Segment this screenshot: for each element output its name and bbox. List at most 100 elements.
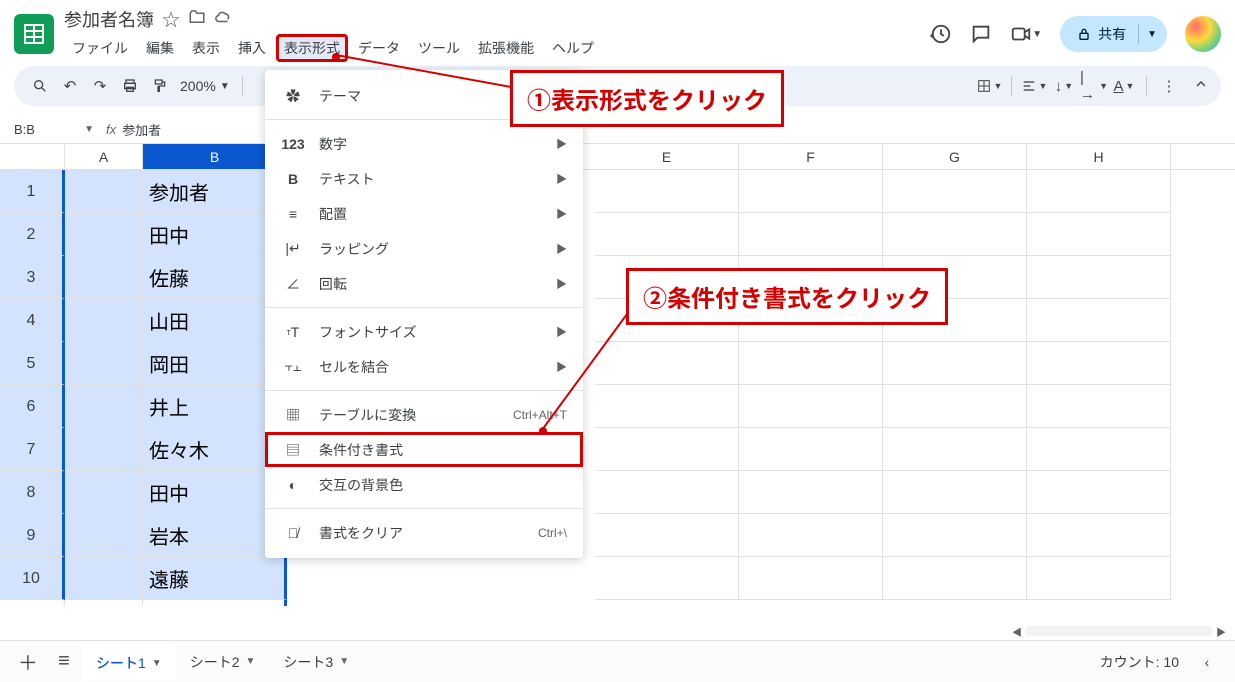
doc-title[interactable]: 参加者名簿 [64, 6, 154, 32]
row-header[interactable]: 4 [0, 299, 65, 342]
menu-item-number[interactable]: 123数字▶ [265, 126, 583, 161]
cell[interactable] [65, 557, 143, 600]
cell[interactable] [143, 600, 287, 606]
cell[interactable] [883, 342, 1027, 385]
col-header-H[interactable]: H [1027, 144, 1171, 169]
cell[interactable] [1027, 256, 1171, 299]
cell[interactable] [65, 428, 143, 471]
add-sheet-button[interactable]: ＋ [10, 644, 46, 680]
col-header-A[interactable]: A [65, 144, 143, 169]
menu-item-conditional-format[interactable]: ▤条件付き書式 [265, 432, 583, 467]
row-header[interactable]: 10 [0, 557, 65, 600]
meet-icon[interactable]: ▼ [1010, 23, 1042, 45]
cell[interactable] [883, 170, 1027, 213]
cell[interactable] [1027, 385, 1171, 428]
search-icon[interactable] [26, 72, 54, 100]
cell[interactable] [65, 213, 143, 256]
sheet-tab-3[interactable]: シート3▼ [269, 643, 363, 681]
cell[interactable] [739, 428, 883, 471]
col-header-E[interactable]: E [595, 144, 739, 169]
menu-item-alt-colors[interactable]: ◐交互の背景色 [265, 467, 583, 502]
cell[interactable] [739, 471, 883, 514]
undo-icon[interactable]: ↶ [56, 72, 84, 100]
cell[interactable] [883, 428, 1027, 471]
cell[interactable] [1027, 213, 1171, 256]
menu-item-rotate[interactable]: ∠回転▶ [265, 266, 583, 301]
cell[interactable] [65, 600, 143, 606]
cell[interactable] [1027, 299, 1171, 342]
cell[interactable] [883, 385, 1027, 428]
redo-icon[interactable]: ↷ [86, 72, 114, 100]
row-header[interactable]: 7 [0, 428, 65, 471]
sheet-tab-2[interactable]: シート2▼ [176, 643, 270, 681]
menu-item-fontsize[interactable]: тTフォントサイズ▶ [265, 314, 583, 349]
col-header-G[interactable]: G [883, 144, 1027, 169]
cell[interactable] [739, 213, 883, 256]
menu-item-convert-table[interactable]: ▦テーブルに変換Ctrl+Alt+T [265, 397, 583, 432]
share-button[interactable]: 共有 ▼ [1060, 16, 1167, 52]
collapse-toolbar-icon[interactable] [1193, 76, 1209, 97]
menu-edit[interactable]: 編集 [138, 34, 182, 62]
row-header[interactable]: 1 [0, 170, 65, 213]
cell[interactable] [595, 514, 739, 557]
row-header[interactable]: 6 [0, 385, 65, 428]
formula-bar[interactable]: 参加者 [122, 120, 161, 139]
cell[interactable] [595, 557, 739, 600]
comment-icon[interactable] [970, 23, 992, 45]
cell[interactable] [65, 514, 143, 557]
cell[interactable] [883, 514, 1027, 557]
name-box[interactable]: B:B▼ [14, 122, 94, 137]
row-header[interactable]: 5 [0, 342, 65, 385]
cell[interactable] [595, 170, 739, 213]
cell[interactable] [1027, 170, 1171, 213]
cloud-icon[interactable] [214, 8, 232, 31]
menu-item-merge[interactable]: ⫟⫠セルを結合▶ [265, 349, 583, 384]
all-sheets-button[interactable]: ≡ [46, 644, 82, 680]
cell[interactable] [65, 471, 143, 514]
cell[interactable] [65, 299, 143, 342]
row-header[interactable]: 2 [0, 213, 65, 256]
cell[interactable] [883, 557, 1027, 600]
cell[interactable] [65, 170, 143, 213]
paint-format-icon[interactable] [146, 72, 174, 100]
row-header[interactable]: 3 [0, 256, 65, 299]
print-icon[interactable] [116, 72, 144, 100]
hscroll-indicator[interactable]: ◀▶ [1009, 626, 1229, 636]
cell[interactable] [65, 385, 143, 428]
menu-item-align[interactable]: ≡配置▶ [265, 196, 583, 231]
halign-icon[interactable]: ▼ [1020, 72, 1048, 100]
cell[interactable] [739, 170, 883, 213]
avatar[interactable] [1185, 16, 1221, 52]
cell[interactable] [595, 213, 739, 256]
cell[interactable] [883, 471, 1027, 514]
select-all-corner[interactable] [0, 144, 65, 169]
cell[interactable] [65, 256, 143, 299]
menu-item-text[interactable]: Bテキスト▶ [265, 161, 583, 196]
menu-item-wrap[interactable]: |↵ラッピング▶ [265, 231, 583, 266]
move-icon[interactable] [188, 8, 206, 31]
menu-help[interactable]: ヘルプ [544, 34, 602, 62]
sheet-tab-1[interactable]: シート1▼ [82, 643, 176, 681]
valign-icon[interactable]: ↓▼ [1050, 72, 1078, 100]
cell[interactable] [1027, 342, 1171, 385]
borders-icon[interactable]: ▼ [975, 72, 1003, 100]
menu-insert[interactable]: 挿入 [230, 34, 274, 62]
row-header[interactable] [0, 600, 65, 606]
cell[interactable]: 遠藤 [143, 557, 287, 600]
cell[interactable] [739, 385, 883, 428]
zoom-select[interactable]: 200%▼ [176, 78, 234, 94]
cell[interactable] [1027, 557, 1171, 600]
more-icon[interactable]: ⋮ [1155, 72, 1183, 100]
cell[interactable] [1027, 428, 1171, 471]
cell[interactable] [65, 342, 143, 385]
explore-collapse-icon[interactable]: ‹ [1189, 644, 1225, 680]
cell[interactable] [883, 213, 1027, 256]
cell[interactable] [739, 514, 883, 557]
cell[interactable] [1027, 514, 1171, 557]
menu-file[interactable]: ファイル [64, 34, 136, 62]
row-header[interactable]: 9 [0, 514, 65, 557]
cell[interactable] [595, 471, 739, 514]
row-header[interactable]: 8 [0, 471, 65, 514]
star-icon[interactable]: ☆ [162, 6, 180, 32]
cell[interactable] [739, 342, 883, 385]
